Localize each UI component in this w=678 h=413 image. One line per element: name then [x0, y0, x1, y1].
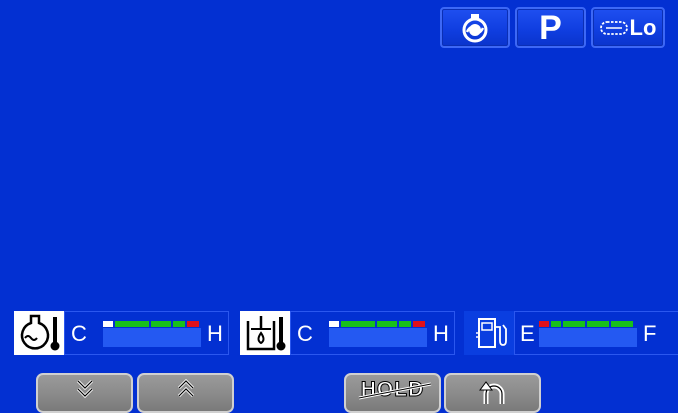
gauge-low-label: E — [520, 321, 535, 346]
gauge-low-label: C — [297, 321, 313, 346]
hold-button[interactable]: HOLD — [344, 373, 441, 413]
track-speed-button[interactable]: Lo — [591, 7, 665, 48]
gauge-scale — [103, 321, 201, 327]
gauge-level-bar — [329, 328, 427, 347]
gauge-level-bar — [539, 328, 637, 347]
double-chevron-up-icon — [176, 378, 196, 411]
hydraulic-oil-temperature-gauge: C H — [240, 311, 455, 355]
track-speed-label: Lo — [629, 14, 657, 40]
back-button[interactable] — [444, 373, 541, 413]
parking-label: P — [539, 8, 562, 47]
fuel-gauge: E F — [464, 311, 678, 355]
coolant-temperature-meter: C H — [64, 311, 229, 355]
coolant-temperature-icon — [14, 311, 64, 355]
hydraulic-oil-temperature-meter: C H — [290, 311, 455, 355]
gauge-high-label: F — [643, 321, 657, 346]
coolant-temperature-gauge: C H — [14, 311, 229, 355]
gauge-level-bar — [103, 328, 201, 347]
hold-label: HOLD — [358, 378, 432, 411]
gauge-low-label: C — [71, 321, 87, 346]
fuel-pump-icon — [464, 311, 514, 355]
scroll-down-button[interactable] — [36, 373, 133, 413]
engine-icon — [455, 12, 495, 44]
gauge-scale — [329, 321, 427, 327]
double-chevron-down-icon — [75, 378, 95, 411]
gauge-high-label: H — [433, 321, 449, 346]
gauge-scale — [539, 321, 637, 327]
return-arrow-icon — [478, 378, 508, 411]
engine-mode-button[interactable] — [440, 7, 510, 48]
track-icon — [599, 20, 628, 36]
parking-button[interactable]: P — [515, 7, 586, 48]
gauge-high-label: H — [207, 321, 223, 346]
hydraulic-oil-temperature-icon — [240, 311, 290, 355]
fuel-meter: E F — [514, 311, 678, 355]
scroll-up-button[interactable] — [137, 373, 234, 413]
